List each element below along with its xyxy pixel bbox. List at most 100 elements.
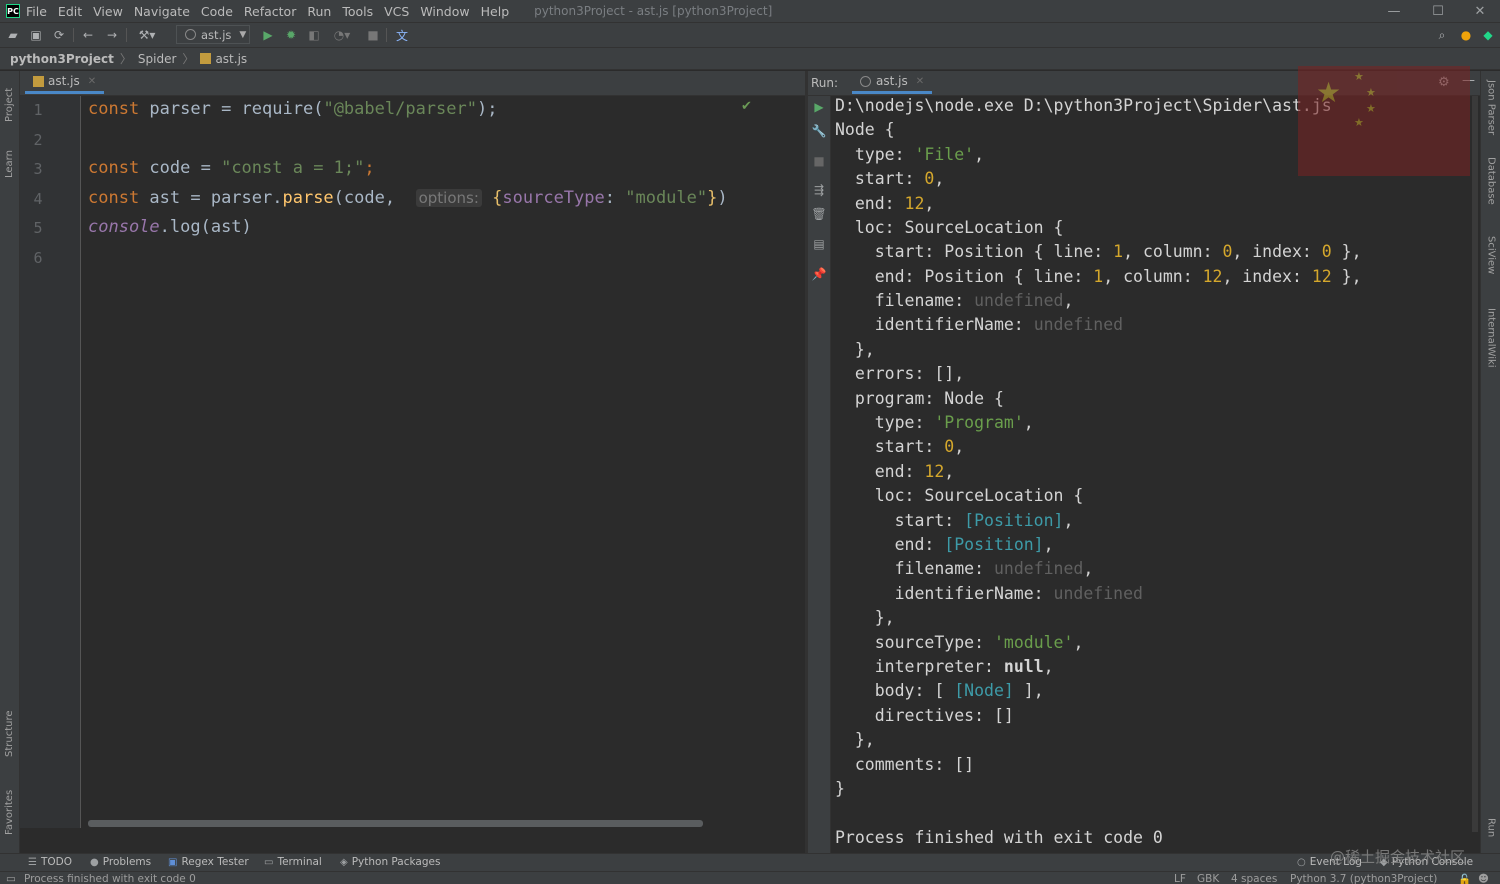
menu-help[interactable]: Help (481, 4, 510, 19)
menu-refactor[interactable]: Refactor (244, 4, 296, 19)
console-line: start: 0, (835, 169, 945, 188)
tool-tab-json-parser[interactable]: Json Parser (1481, 77, 1500, 139)
minimize-window-icon[interactable]: — (1372, 0, 1416, 22)
status-window-icon[interactable]: ▭ (6, 873, 16, 884)
breadcrumb-file[interactable]: ast.js (215, 52, 247, 66)
menu-view[interactable]: View (93, 4, 123, 19)
info-icon: ● (90, 856, 99, 868)
breadcrumb-project[interactable]: python3Project (10, 52, 114, 66)
trash-icon[interactable]: 🗑 (811, 206, 827, 222)
console-line: sourceType: 'module', (835, 633, 1084, 652)
run-icon[interactable]: ▶ (260, 27, 276, 43)
inspector-icon[interactable]: ☻ (1478, 873, 1489, 884)
menu-edit[interactable]: Edit (58, 4, 82, 19)
tool-tab-python-packages[interactable]: ◈ Python Packages (340, 856, 440, 868)
menu-run[interactable]: Run (307, 4, 331, 19)
close-tab-icon[interactable]: ✕ (916, 76, 924, 87)
tool-tab-terminal[interactable]: ▭ Terminal (264, 856, 322, 868)
status-indent[interactable]: 4 spaces (1231, 873, 1277, 884)
menu-file[interactable]: File (26, 4, 47, 19)
status-interpreter[interactable]: Python 3.7 (python3Project) (1290, 873, 1437, 884)
line-number-gutter: 1 2 3 4 5 6 (20, 96, 81, 828)
code-line-4: const ast = parser.parse(code, options: … (88, 188, 728, 208)
console-line: loc: SourceLocation { (835, 486, 1084, 505)
code-editor[interactable]: const parser = require("@babel/parser");… (81, 96, 805, 828)
pin-icon[interactable]: 📌 (811, 266, 827, 282)
console-vertical-scrollbar[interactable] (1472, 96, 1478, 832)
node-config-icon (185, 29, 196, 40)
console-line: start: [Position], (835, 511, 1074, 530)
tool-tab-label: Regex Tester (181, 856, 249, 868)
run-tab-ast-js[interactable]: ast.js ✕ (852, 71, 933, 94)
menu-vcs[interactable]: VCS (384, 4, 409, 19)
status-encoding[interactable]: GBK (1197, 873, 1219, 884)
lock-icon[interactable]: 🔓 (1458, 873, 1471, 884)
tool-tab-project[interactable]: Project (0, 79, 19, 131)
tool-tab-sciview[interactable]: SciView (1481, 227, 1500, 283)
editor-tab-ast-js[interactable]: ast.js ✕ (25, 71, 105, 94)
jetbrains-icon[interactable]: ◆ (1480, 27, 1496, 43)
console-line: errors: [], (835, 364, 965, 383)
close-tab-icon[interactable]: ✕ (88, 76, 96, 87)
tool-tab-label: Problems (102, 856, 152, 868)
status-message[interactable]: Process finished with exit code 0 (24, 873, 196, 884)
console-line: end: [Position], (835, 535, 1054, 554)
node-config-icon (860, 75, 871, 87)
breadcrumb-folder[interactable]: Spider (138, 52, 177, 66)
menu-code[interactable]: Code (201, 4, 233, 19)
breadcrumb-separator-icon: 〉 (119, 52, 132, 66)
console-line: end: Position { line: 1, column: 12, ind… (835, 267, 1362, 286)
forward-arrow-icon[interactable]: → (104, 27, 120, 43)
line-number: 2 (33, 131, 43, 149)
rerun-icon[interactable]: ▶ (811, 99, 827, 115)
open-folder-icon[interactable]: ▰ (5, 27, 21, 43)
close-window-icon[interactable]: ✕ (1458, 0, 1500, 22)
run-configuration-select[interactable]: ast.js ▼ (176, 25, 250, 44)
editor-tab-bar: ast.js ✕ (20, 71, 805, 96)
search-icon[interactable]: ⌕ (1434, 27, 1450, 43)
stop-icon[interactable]: ■ (365, 27, 381, 43)
update-icon[interactable]: ● (1458, 27, 1474, 43)
js-file-icon (200, 53, 212, 64)
tool-tab-label: Terminal (277, 856, 322, 868)
run-console-output[interactable]: D:\nodejs\node.exe D:\python3Project\Spi… (831, 96, 1480, 853)
menu-window[interactable]: Window (420, 4, 469, 19)
window-title: python3Project - ast.js [python3Project] (534, 4, 773, 18)
console-line: identifierName: undefined (835, 315, 1124, 334)
list-icon: ☰ (28, 856, 37, 868)
tool-tab-regex-tester[interactable]: ▣ Regex Tester (168, 856, 249, 868)
stop-icon[interactable]: ■ (811, 153, 827, 169)
translate-icon[interactable]: 文 (394, 27, 410, 43)
menu-navigate[interactable]: Navigate (134, 4, 190, 19)
tool-tab-database[interactable]: Database (1481, 151, 1500, 211)
status-line-separator[interactable]: LF (1174, 873, 1186, 884)
tool-tab-problems[interactable]: ● Problems (90, 856, 151, 868)
console-line: } (835, 779, 845, 798)
tool-tab-todo[interactable]: ☰ TODO (28, 856, 72, 868)
print-icon[interactable]: ▤ (811, 236, 827, 252)
tool-tab-internalwiki[interactable]: InternalWiki (1481, 299, 1500, 377)
tool-tab-learn[interactable]: Learn (0, 139, 19, 189)
debug-icon[interactable]: ✹ (283, 27, 299, 43)
profile-icon[interactable]: ◔▾ (329, 27, 355, 43)
code-line-5: console.log(ast) (88, 217, 252, 237)
back-arrow-icon[interactable]: ← (80, 27, 96, 43)
save-all-icon[interactable]: ▣ (28, 27, 44, 43)
coverage-icon[interactable]: ◧ (306, 27, 322, 43)
maximize-window-icon[interactable]: ☐ (1416, 0, 1460, 22)
editor-horizontal-scrollbar[interactable] (88, 820, 703, 827)
run-anything-icon[interactable]: ⚒▾ (134, 27, 160, 43)
packages-icon: ◈ (340, 856, 348, 868)
soft-wrap-icon[interactable]: ⇶ (811, 182, 827, 198)
console-line: interpreter: null, (835, 657, 1054, 676)
tool-tab-structure[interactable]: Structure (0, 701, 19, 767)
wrench-icon[interactable]: 🔧 (811, 123, 827, 139)
run-config-label: ast.js (201, 27, 232, 42)
menu-tools[interactable]: Tools (342, 4, 373, 19)
watermark-text: @稀土掘金技术社区 (1330, 848, 1466, 866)
tool-tab-run[interactable]: Run (1481, 811, 1500, 845)
tool-tab-favorites[interactable]: Favorites (0, 777, 19, 847)
no-problems-check-icon[interactable]: ✔ (741, 99, 752, 114)
sync-icon[interactable]: ⟳ (51, 27, 67, 43)
console-line: end: 12, (835, 462, 955, 481)
